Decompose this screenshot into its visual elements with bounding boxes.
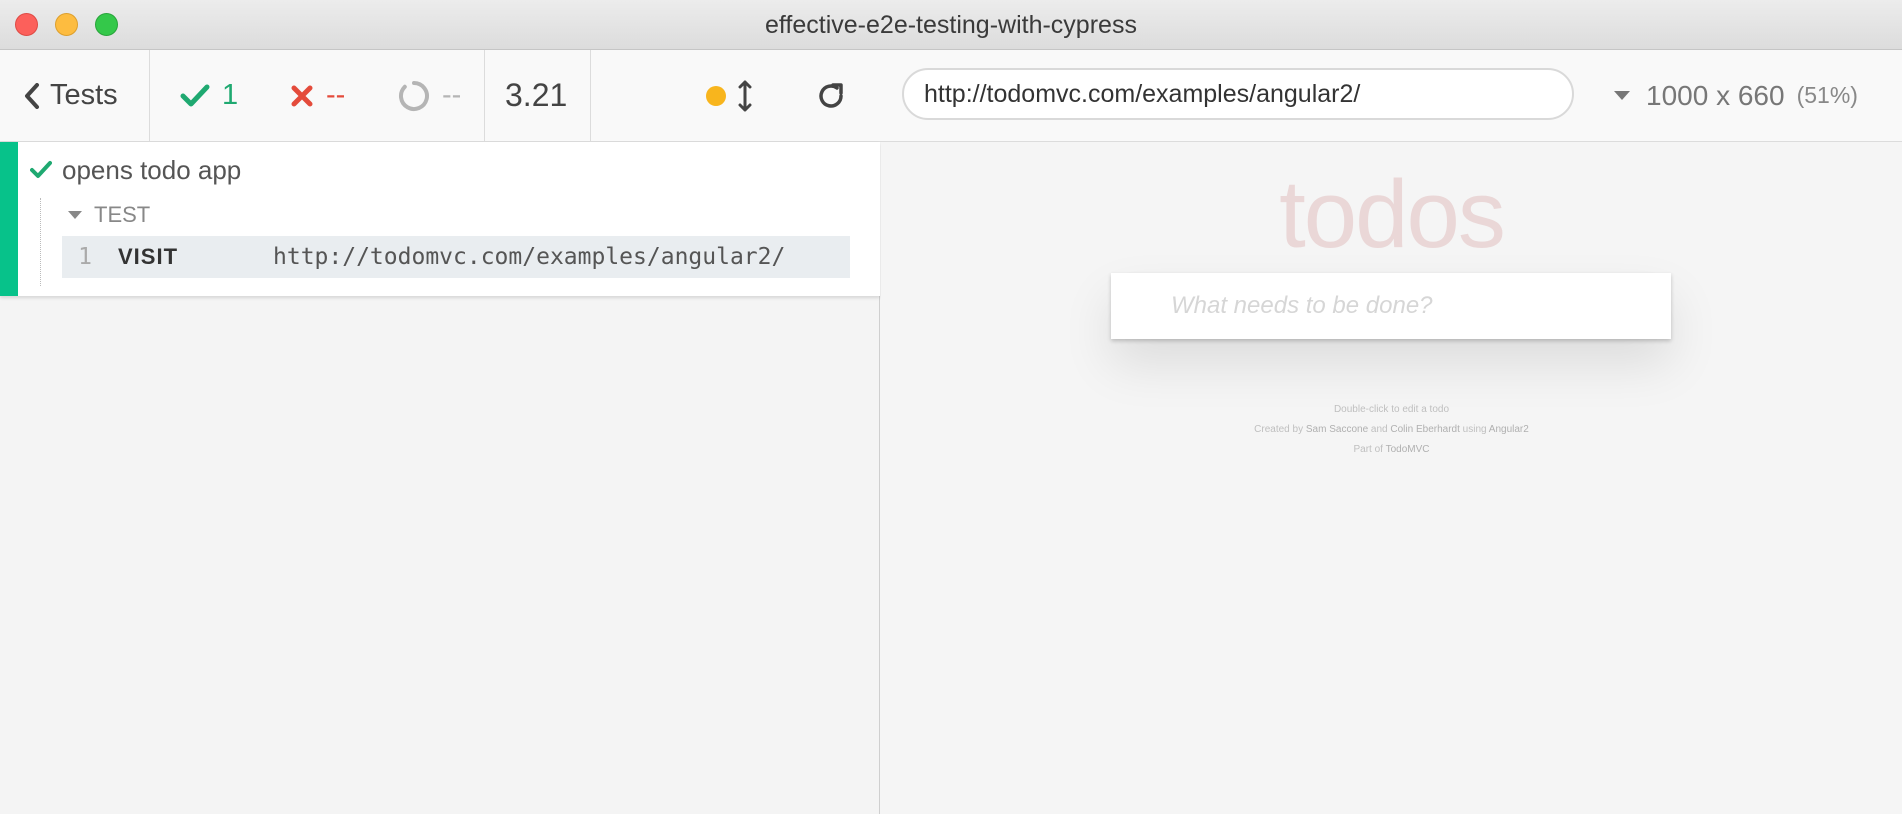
window-title: effective-e2e-testing-with-cypress	[765, 11, 1137, 39]
title-bar: effective-e2e-testing-with-cypress	[0, 0, 1902, 50]
tests-label: Tests	[50, 79, 118, 111]
info-credits: Created by Sam Saccone and Colin Eberhar…	[881, 424, 1902, 435]
x-icon	[291, 85, 313, 106]
command-row[interactable]: 1 VISIT http://todomvc.com/examples/angu…	[62, 236, 850, 278]
passed-count-stat[interactable]: 1	[180, 50, 238, 141]
vertical-arrows-icon	[738, 80, 752, 111]
test-title-row[interactable]: opens todo app	[30, 152, 241, 188]
app-preview-iframe: todos What needs to be done? Double-clic…	[881, 142, 1902, 814]
command-number: 1	[78, 244, 92, 270]
auto-scroll-toggle[interactable]	[706, 50, 752, 141]
info-part-of: Part of TodoMVC	[881, 444, 1902, 455]
author-link-sam[interactable]: Sam Saccone	[1306, 424, 1368, 435]
command-message: http://todomvc.com/examples/angular2/	[273, 244, 786, 270]
passed-count: 1	[222, 79, 239, 111]
circle-notch-icon	[399, 80, 429, 111]
todomvc-link[interactable]: TodoMVC	[1386, 444, 1430, 455]
hook-header-test[interactable]: TEST	[68, 200, 150, 230]
cypress-runner-window: effective-e2e-testing-with-cypress Tests…	[0, 0, 1902, 814]
info-edit-hint: Double-click to edit a todo	[1333, 404, 1450, 415]
chevron-left-icon	[25, 82, 39, 109]
info-part-of-label: Part of	[1353, 444, 1383, 455]
info-and: and	[1370, 424, 1388, 435]
test-title: opens todo app	[62, 154, 242, 185]
hook-guide-line	[40, 198, 41, 286]
pending-count-stat[interactable]: --	[398, 50, 461, 141]
url-input[interactable]: http://todomvc.com/examples/angular2/	[902, 68, 1574, 120]
check-icon	[180, 84, 210, 106]
pending-count: --	[442, 79, 462, 111]
hook-label: TEST	[94, 202, 151, 227]
framework-link[interactable]: Angular2	[1489, 424, 1529, 435]
pass-indicator-stripe	[0, 142, 18, 296]
viewport-size: 1000 x 660	[1646, 79, 1785, 111]
toolbar-divider	[149, 50, 150, 141]
info-using: using	[1462, 424, 1487, 435]
author-link-colin[interactable]: Colin Eberhardt	[1390, 424, 1459, 435]
run-duration: 3.21	[505, 77, 568, 113]
toolbar-divider	[484, 50, 485, 141]
viewport-scale: (51%)	[1796, 82, 1858, 108]
new-todo-input[interactable]: What needs to be done?	[1111, 273, 1671, 339]
failed-count-stat[interactable]: --	[290, 50, 345, 141]
status-dot-icon	[706, 85, 726, 106]
check-icon	[30, 161, 52, 178]
caret-down-icon	[1614, 91, 1630, 100]
reporter-panel: opens todo app TEST 1 VISIT http://todom…	[0, 142, 880, 814]
back-to-tests-button[interactable]: Tests	[24, 50, 118, 141]
reporter-toolbar: Tests 1 -- -- 3.21 http://todomvc.com/ex…	[0, 50, 1902, 142]
caret-down-icon	[68, 211, 82, 219]
toolbar-divider	[590, 50, 591, 141]
reload-button[interactable]	[816, 50, 846, 141]
refresh-icon	[819, 82, 843, 108]
viewport-dropdown[interactable]: 1000 x 660 (51%)	[1614, 50, 1858, 141]
failed-count: --	[326, 79, 346, 111]
todos-heading: todos	[1279, 161, 1506, 268]
info-created-by: Created by	[1254, 424, 1304, 435]
command-name: VISIT	[118, 244, 179, 269]
test-item[interactable]: opens todo app TEST 1 VISIT http://todom…	[0, 142, 880, 296]
